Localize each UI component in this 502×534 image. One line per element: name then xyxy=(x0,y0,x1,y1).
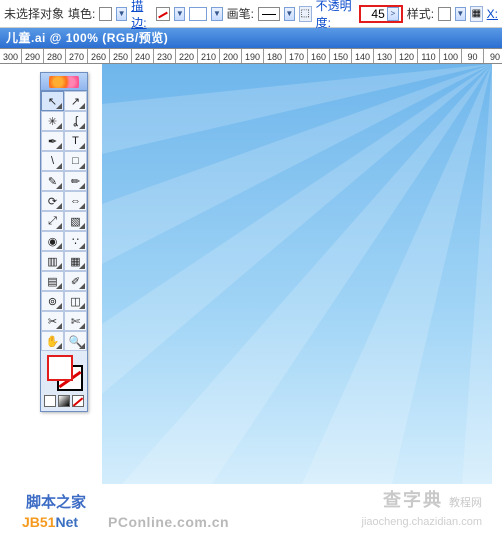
fill-swatch[interactable] xyxy=(99,7,112,21)
ruler-tick: 290 xyxy=(22,49,44,63)
stroke-dropdown[interactable] xyxy=(174,7,185,21)
toolbox-panel: ↖↗✳ʆ✒T\□✎✏⟳⇔⤢▧◉∵▥▦▤✐⊚◫✂✄✋🔍 xyxy=(40,72,88,412)
stroke-weight-input[interactable] xyxy=(189,7,207,21)
brush-options-icon[interactable]: ⬚ xyxy=(299,6,312,22)
ruler-right-value: 90 xyxy=(490,49,500,64)
gradient-tool[interactable]: ▤ xyxy=(41,271,64,291)
ruler-tick: 240 xyxy=(132,49,154,63)
scissors-tool[interactable]: ✄ xyxy=(64,311,87,331)
color-mode-row xyxy=(41,393,87,411)
fill-dropdown[interactable] xyxy=(116,7,127,21)
paintbrush-tool[interactable]: ✎ xyxy=(41,171,64,191)
no-selection-label: 未选择对象 xyxy=(4,5,64,22)
blend-tool[interactable]: ⊚ xyxy=(41,291,64,311)
rotate-tool[interactable]: ⟳ xyxy=(41,191,64,211)
ruler-tick: 90 xyxy=(462,49,484,63)
brush-dropdown[interactable] xyxy=(284,7,295,21)
ruler-tick: 200 xyxy=(220,49,242,63)
fill-stroke-block xyxy=(41,351,87,393)
ruler-tick: 280 xyxy=(44,49,66,63)
eyedropper-tool[interactable]: ✐ xyxy=(64,271,87,291)
ruler-tick: 130 xyxy=(374,49,396,63)
magic-wand-tool[interactable]: ✳ xyxy=(41,111,64,131)
ruler-tick: 160 xyxy=(308,49,330,63)
opacity-flyout-icon[interactable]: > xyxy=(387,7,399,21)
ruler-tick: 260 xyxy=(88,49,110,63)
document-canvas[interactable] xyxy=(102,64,492,484)
hand-tool[interactable]: ✋ xyxy=(41,331,64,351)
toolbox-header-icon[interactable] xyxy=(41,73,87,91)
tool-grid: ↖↗✳ʆ✒T\□✎✏⟳⇔⤢▧◉∵▥▦▤✐⊚◫✂✄✋🔍 xyxy=(41,91,87,351)
stroke-swatch[interactable] xyxy=(156,7,170,21)
opacity-label: 不透明度: xyxy=(316,0,355,31)
direct-select-tool[interactable]: ↗ xyxy=(64,91,87,111)
rectangle-tool[interactable]: □ xyxy=(64,151,87,171)
ruler-tick: 120 xyxy=(396,49,418,63)
fill-indicator-highlight[interactable] xyxy=(47,355,73,381)
ruler-tick: 140 xyxy=(352,49,374,63)
color-mode-none[interactable] xyxy=(72,395,84,407)
watermark-pconline: PConline.com.cn xyxy=(108,514,229,530)
ruler-tick: 210 xyxy=(198,49,220,63)
style-swatch[interactable] xyxy=(438,7,451,21)
opacity-field-highlight: > xyxy=(359,5,403,23)
color-mode-gradient[interactable] xyxy=(58,395,70,407)
watermark-chazidian: 查字典教程网 xyxy=(383,486,482,512)
style-options-icon[interactable]: ▦ xyxy=(470,6,483,22)
stroke-link[interactable]: 描边: xyxy=(131,0,152,31)
type-tool[interactable]: T xyxy=(64,131,87,151)
scale-tool[interactable]: ⤢ xyxy=(41,211,64,231)
mesh-tool[interactable]: ▦ xyxy=(64,251,87,271)
ruler-tick: 170 xyxy=(286,49,308,63)
color-mode-solid[interactable] xyxy=(44,395,56,407)
line-tool[interactable]: \ xyxy=(41,151,64,171)
watermark-jb-cn: 脚本之家 xyxy=(26,491,86,512)
fill-label: 填色: xyxy=(68,5,95,22)
graph-tool[interactable]: ▥ xyxy=(41,251,64,271)
slice-tool[interactable]: ✂ xyxy=(41,311,64,331)
brush-label: 画笔: xyxy=(227,5,254,22)
style-dropdown[interactable] xyxy=(455,7,466,21)
ruler-tick: 110 xyxy=(418,49,440,63)
rays-artwork xyxy=(102,64,492,484)
ruler-tick: 300 xyxy=(0,49,22,63)
reflect-tool[interactable]: ⇔ xyxy=(64,191,87,211)
symbol-sprayer-tool[interactable]: ∵ xyxy=(64,231,87,251)
options-bar: 未选择对象 填色: 描边: 画笔: ⬚ 不透明度: > 样式: ▦ X: xyxy=(0,0,502,28)
zoom-tool[interactable]: 🔍 xyxy=(64,331,87,351)
lasso-tool[interactable]: ʆ xyxy=(64,111,87,131)
ruler-tick: 230 xyxy=(154,49,176,63)
watermark-chazidian-url: jiaocheng.chazidian.com xyxy=(362,516,482,528)
style-label: 样式: xyxy=(407,5,434,22)
ruler-tick: 150 xyxy=(330,49,352,63)
work-area: ↖↗✳ʆ✒T\□✎✏⟳⇔⤢▧◉∵▥▦▤✐⊚◫✂✄✋🔍 脚本之家 JB51Net xyxy=(0,64,502,534)
ruler-tick: 270 xyxy=(66,49,88,63)
selection-tool[interactable]: ↖ xyxy=(41,91,64,111)
stroke-weight-dropdown[interactable] xyxy=(211,7,222,21)
ruler-tick: 250 xyxy=(110,49,132,63)
ruler-ticks: 3002902802702602502402302202102001901801… xyxy=(0,49,502,63)
ruler-tick: 100 xyxy=(440,49,462,63)
pencil-tool[interactable]: ✏ xyxy=(64,171,87,191)
ruler-tick: 190 xyxy=(242,49,264,63)
warp-tool[interactable]: ◉ xyxy=(41,231,64,251)
ruler-tick: 180 xyxy=(264,49,286,63)
live-paint-tool[interactable]: ◫ xyxy=(64,291,87,311)
free-transform-tool[interactable]: ▧ xyxy=(64,211,87,231)
horizontal-ruler[interactable]: 3002902802702602502402302202102001901801… xyxy=(0,48,502,64)
pen-tool[interactable]: ✒ xyxy=(41,131,64,151)
ruler-tick: 220 xyxy=(176,49,198,63)
brush-preview[interactable] xyxy=(258,7,280,21)
document-title-bar: 儿童.ai @ 100% (RGB/预览) xyxy=(0,28,502,48)
extra-link[interactable]: X: xyxy=(487,7,498,21)
watermark-jb-en: JB51Net xyxy=(22,514,78,530)
opacity-input[interactable] xyxy=(363,7,385,21)
